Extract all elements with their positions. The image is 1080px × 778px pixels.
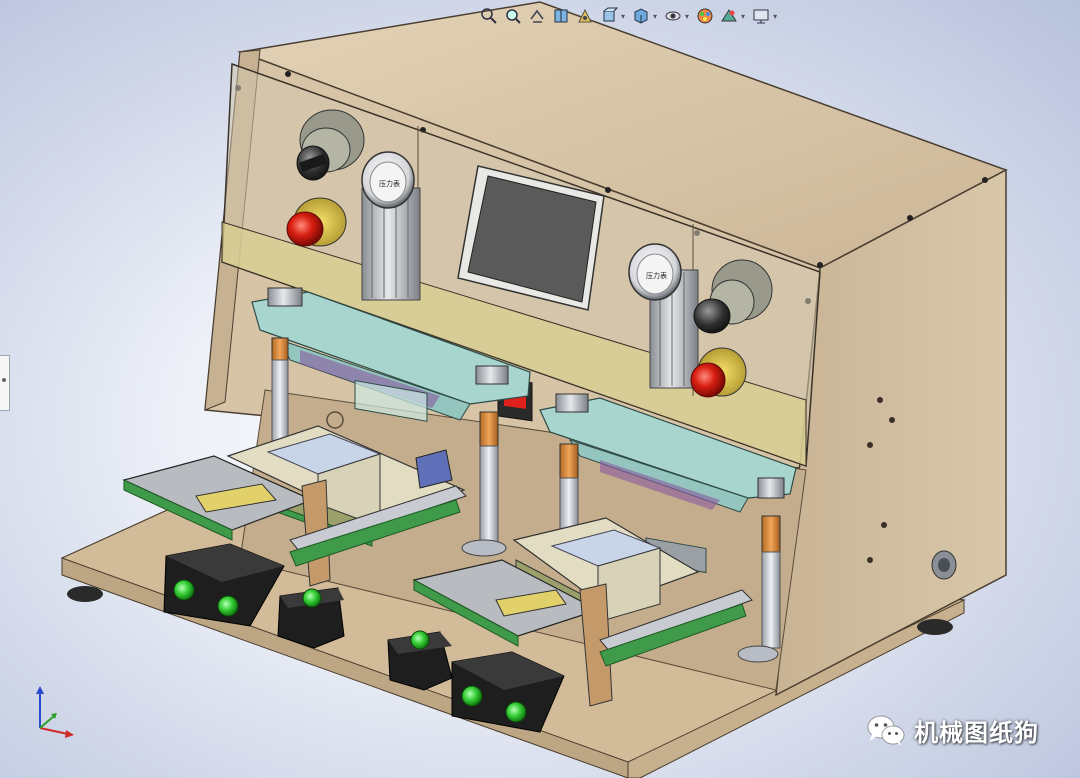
watermark-text: 机械图纸狗 [914,719,1039,747]
reference-triad [36,686,74,738]
chevron-down-icon[interactable]: ▾ [741,12,745,21]
cable-gland [931,550,957,580]
chevron-down-icon[interactable]: ▾ [653,12,657,21]
foot-left [67,586,103,602]
section-view-icon[interactable] [550,5,572,27]
reset-button-right[interactable] [410,630,430,650]
apply-scene-icon[interactable] [718,5,740,27]
view-orientation-icon[interactable] [598,5,620,27]
start-button-left-1[interactable] [173,579,195,601]
start-button-right-2[interactable] [505,701,527,723]
gauge-right-label: 压力表 [646,271,667,280]
dynamic-annotation-icon[interactable] [574,5,596,27]
heads-up-view-toolbar: ▾ ▾ ▾ ▾ ▾ [478,4,780,28]
chevron-down-icon[interactable]: ▾ [773,12,777,21]
start-button-left-2[interactable] [217,595,239,617]
reset-button-left[interactable] [302,588,322,608]
watermark: 机械图纸狗 [866,713,1039,748]
hide-show-items-icon[interactable] [662,5,684,27]
pressure-gauge-left: 压力表 [361,151,421,301]
expand-icon [2,378,6,382]
cad-viewport[interactable]: 压力表 压力表 [0,0,1080,778]
view-settings-icon[interactable] [750,5,772,27]
zoom-to-fit-icon[interactable] [478,5,500,27]
previous-view-icon[interactable] [526,5,548,27]
task-pane-flyout-tab[interactable] [0,355,10,411]
gauge-left-label: 压力表 [379,179,400,188]
zoom-to-area-icon[interactable] [502,5,524,27]
chevron-down-icon[interactable]: ▾ [685,12,689,21]
wechat-icon [867,715,905,746]
chevron-down-icon[interactable]: ▾ [621,12,625,21]
foot-right [917,619,953,635]
edit-appearance-icon[interactable] [694,5,716,27]
start-button-right-1[interactable] [461,685,483,707]
display-style-icon[interactable] [630,5,652,27]
